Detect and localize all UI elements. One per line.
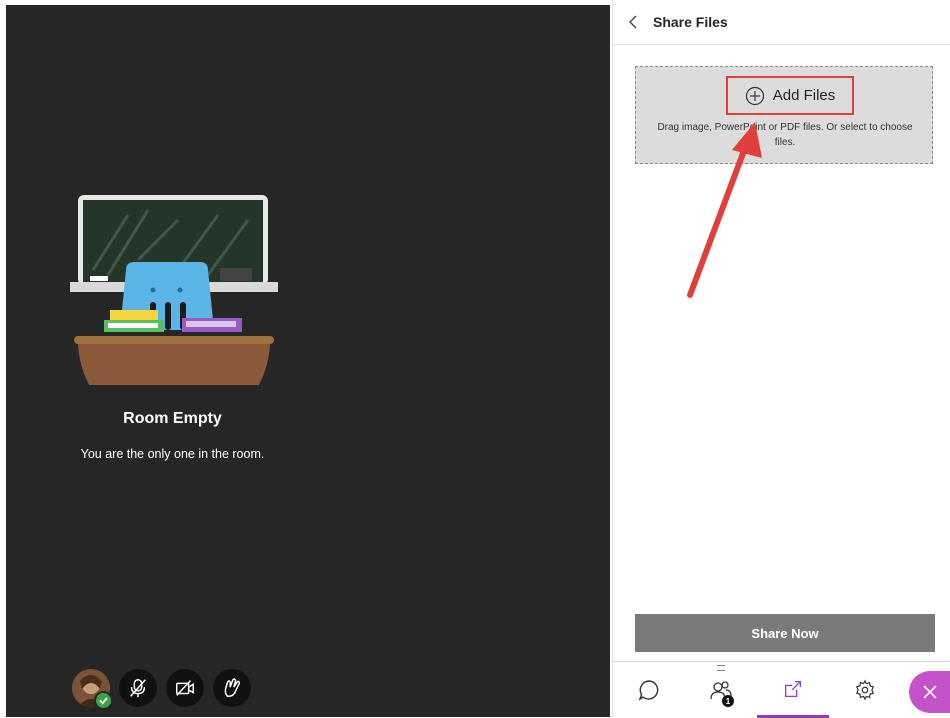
camera-off-icon bbox=[176, 680, 194, 696]
share-files-panel: Share Files Add Files Drag image, PowerP… bbox=[612, 0, 950, 718]
hand-icon bbox=[224, 678, 241, 697]
raise-hand-toggle[interactable] bbox=[213, 669, 251, 707]
main-stage: Room Empty You are the only one in the r… bbox=[6, 5, 610, 717]
presence-check-icon bbox=[94, 691, 113, 710]
close-panel-button[interactable] bbox=[909, 671, 950, 713]
empty-classroom-illustration bbox=[70, 195, 278, 385]
camera-toggle[interactable] bbox=[166, 669, 204, 707]
microphone-off-icon bbox=[130, 679, 146, 698]
gear-icon bbox=[855, 679, 875, 701]
drop-hint-text: Drag image, PowerPoint or PDF files. Or … bbox=[657, 122, 913, 148]
close-icon bbox=[923, 685, 937, 699]
back-button[interactable] bbox=[613, 0, 653, 44]
room-empty-title: Room Empty bbox=[123, 410, 222, 427]
attendee-count-badge: 1 bbox=[722, 695, 734, 707]
tab-attendees[interactable]: 1 bbox=[685, 662, 757, 718]
tab-settings[interactable] bbox=[829, 662, 901, 718]
session-controls bbox=[72, 669, 251, 710]
share-now-button[interactable]: Share Now bbox=[635, 614, 935, 652]
panel-title: Share Files bbox=[653, 14, 728, 30]
drag-handle-icon[interactable] bbox=[717, 665, 725, 671]
chevron-left-icon bbox=[629, 15, 637, 29]
panel-header: Share Files bbox=[613, 0, 950, 45]
panel-tab-bar: 1 bbox=[613, 661, 950, 718]
add-files-button[interactable]: Add Files bbox=[726, 76, 854, 115]
microphone-toggle[interactable] bbox=[119, 669, 157, 707]
room-empty-subtitle: You are the only one in the room. bbox=[80, 447, 265, 461]
add-files-label: Add Files bbox=[772, 87, 836, 104]
user-avatar[interactable] bbox=[72, 669, 113, 710]
chat-icon bbox=[638, 680, 659, 701]
tab-share-content[interactable] bbox=[757, 662, 829, 718]
file-drop-zone[interactable]: Add Files Drag image, PowerPoint or PDF … bbox=[635, 66, 933, 164]
tab-chat[interactable] bbox=[613, 662, 685, 718]
plus-circle-icon bbox=[745, 86, 764, 105]
share-icon bbox=[785, 680, 801, 697]
